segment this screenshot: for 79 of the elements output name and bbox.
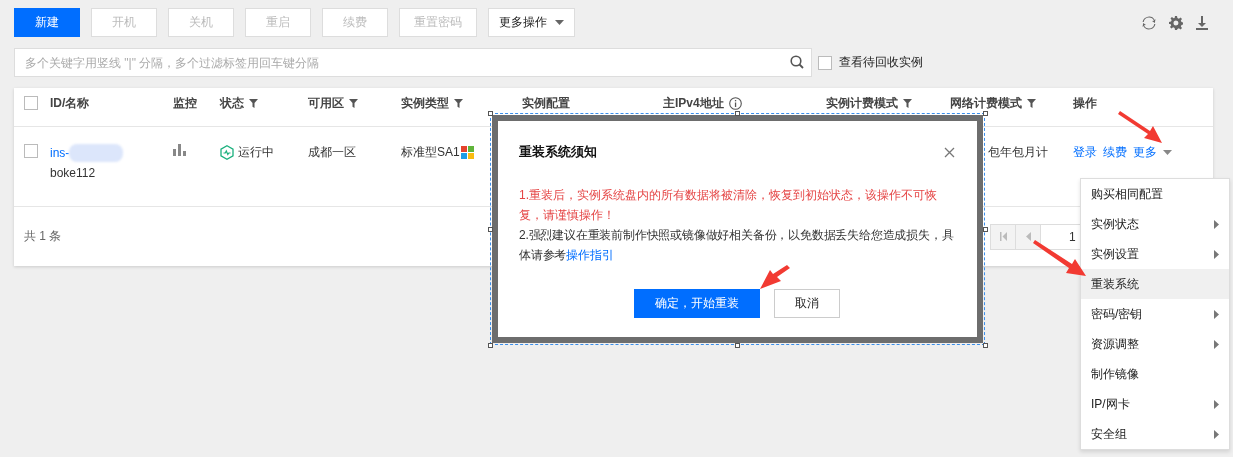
menu-item[interactable]: 购买相同配置 <box>1081 179 1229 209</box>
download-icon[interactable] <box>1196 15 1208 30</box>
submenu-arrow-icon <box>1214 399 1219 409</box>
menu-item[interactable]: 重装系统 <box>1081 269 1229 299</box>
menu-item[interactable]: 实例设置 <box>1081 239 1229 269</box>
filter-icon[interactable] <box>903 98 912 108</box>
filter-icon[interactable] <box>454 98 463 108</box>
column-header: 实例配置 <box>522 94 570 112</box>
checkbox[interactable] <box>818 55 832 70</box>
status-text: 运行中 <box>238 144 274 161</box>
billing-text: 包年包月计 <box>988 145 1048 159</box>
resize-handle[interactable] <box>735 111 740 116</box>
row-checkbox[interactable] <box>24 144 38 158</box>
instance-id-link[interactable]: ins- <box>50 146 70 160</box>
checkbox-label: 查看待回收实例 <box>839 54 923 71</box>
annotation-arrow <box>760 265 790 289</box>
resize-handle[interactable] <box>983 343 988 348</box>
resize-handle[interactable] <box>735 343 740 348</box>
previous-icon <box>1025 232 1031 241</box>
menu-item[interactable]: 资源调整 <box>1081 329 1229 359</box>
submenu-arrow-icon <box>1214 429 1219 439</box>
column-header: 网络计费模式 <box>950 94 1022 112</box>
refresh-icon[interactable] <box>1142 15 1156 30</box>
dialog-title: 重装系统须知 <box>519 143 597 161</box>
toolbar-button[interactable]: 新建 <box>14 8 80 37</box>
running-icon <box>220 145 234 160</box>
filter-icon[interactable] <box>349 98 358 108</box>
bar-chart-icon[interactable] <box>173 144 186 156</box>
column-header: 实例计费模式 <box>826 94 898 112</box>
confirm-button[interactable]: 确定，开始重装 <box>634 289 760 318</box>
menu-item[interactable]: 密码/密钥 <box>1081 299 1229 329</box>
cancel-button[interactable]: 取消 <box>774 289 840 318</box>
submenu-arrow-icon <box>1214 249 1219 259</box>
caret-icon <box>555 20 564 25</box>
menu-item[interactable]: 安全组 <box>1081 419 1229 449</box>
action-link[interactable]: 续费 <box>1103 144 1127 161</box>
column-header: 状态 <box>220 94 244 112</box>
resize-handle[interactable] <box>488 227 493 232</box>
total-count: 共 1 条 <box>24 228 62 245</box>
annotation-arrow <box>1118 111 1162 143</box>
submenu-arrow-icon <box>1214 309 1219 319</box>
menu-item[interactable]: 实例状态 <box>1081 209 1229 239</box>
close-icon[interactable] <box>944 146 955 158</box>
zone-text: 成都一区 <box>308 145 356 159</box>
column-header: 监控 <box>173 94 197 112</box>
action-link[interactable]: 登录 <box>1073 144 1097 161</box>
filter-icon[interactable] <box>1027 98 1036 108</box>
info-icon[interactable] <box>728 96 742 110</box>
note-text: 2.强烈建议在重装前制作快照或镜像做好相关备份，以免数据丢失给您造成损失，具体请参考操作指引 <box>519 227 954 264</box>
menu-item[interactable]: 制作镜像 <box>1081 359 1229 389</box>
instance-name: boke112 <box>50 166 97 180</box>
redaction-blur <box>69 144 124 162</box>
toolbar-button[interactable]: 更多操作 <box>488 8 575 37</box>
previous-page-button[interactable] <box>1015 223 1041 250</box>
annotation-arrow <box>1033 240 1086 276</box>
warning-text: 1.重装后，实例系统盘内的所有数据将被清除，恢复到初始状态，该操作不可恢复，请谨慎操作！ <box>519 187 938 224</box>
caret-icon[interactable] <box>1163 150 1172 155</box>
column-header: ID/名称 <box>50 94 90 112</box>
select-all-checkbox[interactable] <box>24 96 38 110</box>
guide-link[interactable]: 操作指引 <box>566 248 614 262</box>
submenu-arrow-icon <box>1214 219 1219 229</box>
instance-type-text: 标准型SA1 <box>401 144 460 161</box>
settings-icon[interactable] <box>1169 15 1183 30</box>
resize-handle[interactable] <box>488 111 493 116</box>
column-header: 操作 <box>1073 94 1097 112</box>
first-page-icon <box>999 232 1007 241</box>
windows-logo-icon <box>460 146 474 159</box>
resize-handle[interactable] <box>983 111 988 116</box>
column-header: 可用区 <box>308 94 344 112</box>
submenu-arrow-icon <box>1214 339 1219 349</box>
resize-handle[interactable] <box>983 227 988 232</box>
column-header: 实例类型 <box>401 94 449 112</box>
column-header: 主IPv4地址 <box>663 94 724 112</box>
resize-handle[interactable] <box>488 343 493 348</box>
action-link[interactable]: 更多 <box>1133 144 1157 161</box>
menu-item[interactable]: IP/网卡 <box>1081 389 1229 419</box>
filter-icon[interactable] <box>249 98 258 108</box>
search-field[interactable]: 多个关键字用竖线 "|" 分隔，多个过滤标签用回车键分隔 <box>14 48 812 77</box>
search-icon[interactable] <box>790 55 804 69</box>
